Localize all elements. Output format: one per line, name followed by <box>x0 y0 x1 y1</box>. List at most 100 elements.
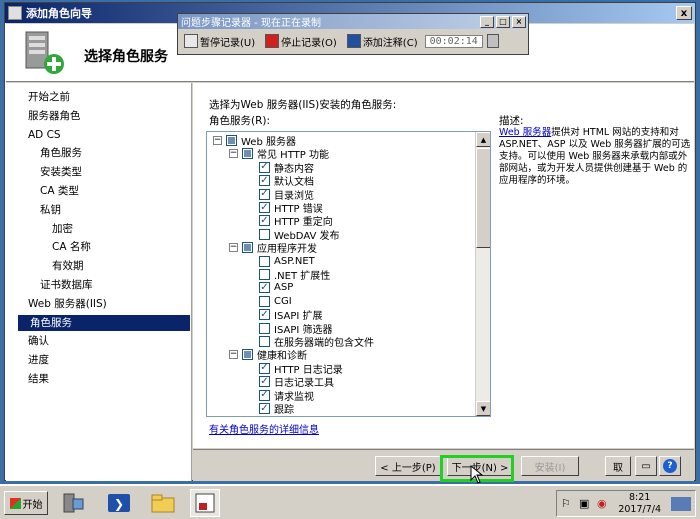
tree-item[interactable]: ✓ ISAPI 扩展 <box>259 308 322 322</box>
nav-item[interactable]: 角色服务 <box>18 314 190 331</box>
nav-item[interactable]: Web 服务器(IIS) <box>28 296 107 312</box>
tree-item[interactable]: ✓ 默认文档 <box>259 174 314 188</box>
clock-date: 2017/7/4 <box>618 504 661 515</box>
nav-item[interactable]: AD CS <box>28 127 61 143</box>
checkbox[interactable] <box>226 135 237 146</box>
nav-item[interactable]: 确认 <box>28 333 49 349</box>
instruction-text: 选择为Web 服务器(IIS)安装的角色服务: <box>209 99 397 111</box>
explorer-folder-icon[interactable] <box>148 489 178 517</box>
checkbox[interactable]: ✓ <box>259 175 270 187</box>
pause-record-button[interactable]: 暂停记录(U) <box>181 33 258 50</box>
tree-item[interactable]: 在服务器端的包含文件 <box>259 335 374 349</box>
nav-item[interactable]: 进度 <box>28 352 49 368</box>
role-services-tree[interactable]: ▲ ▼ − Web 服务器 − 常见 HTTP 功能 ✓ 静态内容 ✓ 默认文档 ✓ 目录浏览 ✓ H… <box>206 131 491 417</box>
stop-record-button[interactable]: 停止记录(O) <box>262 33 340 50</box>
checkbox[interactable] <box>242 148 253 160</box>
tree-item-label: 应用程序开发 <box>257 244 317 256</box>
flag-icon[interactable]: ⚐ <box>561 497 571 510</box>
checkbox[interactable] <box>242 242 253 254</box>
show-desktop-icon[interactable] <box>671 497 691 511</box>
collapse-icon[interactable]: − <box>213 136 222 145</box>
tree-item[interactable]: ✓ 日志记录工具 <box>259 375 334 389</box>
tree-item[interactable]: ASP.NET <box>259 255 315 268</box>
tree-item[interactable]: ISAPI 筛选器 <box>259 322 332 336</box>
help-icon[interactable]: ? <box>659 456 681 476</box>
nav-item[interactable]: 结果 <box>28 371 49 387</box>
nav-item[interactable]: 服务器角色 <box>28 108 81 124</box>
checkbox[interactable]: ✓ <box>259 389 270 401</box>
tree-item[interactable]: ✓ 请求监视 <box>259 389 314 403</box>
tree-scrollbar[interactable]: ▲ ▼ <box>475 132 490 416</box>
clock[interactable]: 8:21 2017/7/4 <box>618 492 661 516</box>
checkbox[interactable] <box>259 228 270 240</box>
wizard-nav: 开始之前 服务器角色 AD CS 角色服务 安装类型 CA 类型 私钥 加密 CA 名称 有效期证… <box>6 83 192 481</box>
volume-icon[interactable]: ◉ <box>597 497 607 510</box>
add-comment-button[interactable]: 添加注释(C) <box>344 33 421 50</box>
tree-item[interactable]: − 健康和诊断 <box>229 348 307 362</box>
web-server-link[interactable]: Web 服务器 <box>499 127 551 138</box>
tree-item[interactable]: − 应用程序开发 <box>229 241 317 256</box>
recorder-dropdown-icon[interactable] <box>486 34 499 48</box>
nav-item[interactable]: 有效期 <box>52 258 84 274</box>
checkbox[interactable]: ✓ <box>259 161 270 173</box>
tree-item[interactable]: ✓ 跟踪 <box>259 402 294 416</box>
nav-item[interactable]: 安装类型 <box>40 164 82 180</box>
nav-item[interactable]: 角色服务 <box>40 145 82 161</box>
tree-item-label: 跟踪 <box>274 405 294 416</box>
tree-item[interactable]: ✓ 目录浏览 <box>259 188 314 202</box>
tree-item[interactable]: CGI <box>259 295 292 308</box>
install-button[interactable]: 安装(I) <box>521 456 579 476</box>
tree-item-label: ASP.NET <box>274 255 315 267</box>
cancel-button[interactable]: 取 <box>605 456 631 476</box>
checkbox[interactable]: ✓ <box>259 362 270 374</box>
print-icon[interactable]: ▭ <box>635 456 657 476</box>
tree-item[interactable]: ✓ ASP <box>259 281 293 294</box>
recorder-maximize-icon[interactable]: □ <box>496 15 510 28</box>
wizard-taskbar-icon[interactable] <box>190 489 220 517</box>
checkbox[interactable] <box>259 336 270 347</box>
checkbox[interactable]: ✓ <box>259 202 270 213</box>
collapse-icon[interactable]: − <box>229 350 238 360</box>
start-button[interactable]: 开始 <box>4 491 48 515</box>
recorder-titlebar[interactable]: 问题步骤记录器 - 现在正在录制 _ □ × <box>178 14 528 29</box>
checkbox[interactable]: ✓ <box>259 188 270 200</box>
server-manager-icon[interactable] <box>58 489 88 517</box>
tree-item[interactable]: WebDAV 发布 <box>259 228 340 242</box>
checkbox[interactable]: ✓ <box>259 215 270 227</box>
tree-item[interactable]: ✓ HTTP 错误 <box>259 201 323 215</box>
tree-item[interactable]: .NET 扩展性 <box>259 268 330 282</box>
tree-item[interactable]: − Web 服务器 <box>213 134 296 148</box>
tree-item[interactable]: − 常见 HTTP 功能 <box>229 147 329 161</box>
recorder-close-icon[interactable]: × <box>512 15 526 28</box>
nav-item[interactable]: 证书数据库 <box>40 277 93 293</box>
more-info-link[interactable]: 有关角色服务的详细信息 <box>209 421 319 436</box>
checkbox[interactable]: ✓ <box>259 403 270 414</box>
powershell-icon[interactable]: ❯ <box>104 489 134 517</box>
nav-item[interactable]: CA 类型 <box>40 183 79 199</box>
scroll-thumb[interactable] <box>476 148 490 248</box>
close-button[interactable]: x <box>676 6 692 20</box>
collapse-icon[interactable]: − <box>229 149 238 159</box>
tree-item[interactable]: ✓ HTTP 重定向 <box>259 214 333 228</box>
nav-item[interactable]: 私钥 <box>40 202 61 218</box>
checkbox[interactable] <box>259 322 270 334</box>
tree-item[interactable]: ✓ HTTP 日志记录 <box>259 362 343 376</box>
checkbox[interactable] <box>259 255 270 267</box>
collapse-icon[interactable]: − <box>229 243 238 253</box>
network-icon[interactable]: ▣ <box>579 497 589 510</box>
recorder-title: 问题步骤记录器 - 现在正在录制 <box>181 18 321 29</box>
recorder-minimize-icon[interactable]: _ <box>480 15 494 28</box>
checkbox[interactable]: ✓ <box>259 309 270 321</box>
scroll-up-icon[interactable]: ▲ <box>476 132 490 147</box>
nav-item[interactable]: 加密 <box>52 221 73 237</box>
checkbox[interactable]: ✓ <box>259 282 270 294</box>
previous-button[interactable]: < 上一步(P) <box>375 456 441 476</box>
checkbox[interactable] <box>259 295 270 307</box>
nav-item[interactable]: 开始之前 <box>28 89 70 105</box>
scroll-down-icon[interactable]: ▼ <box>476 401 490 416</box>
checkbox[interactable] <box>242 349 253 361</box>
nav-item[interactable]: CA 名称 <box>52 239 91 255</box>
checkbox[interactable] <box>259 269 270 280</box>
checkbox[interactable]: ✓ <box>259 376 270 388</box>
tree-item[interactable]: ✓ 静态内容 <box>259 161 314 175</box>
